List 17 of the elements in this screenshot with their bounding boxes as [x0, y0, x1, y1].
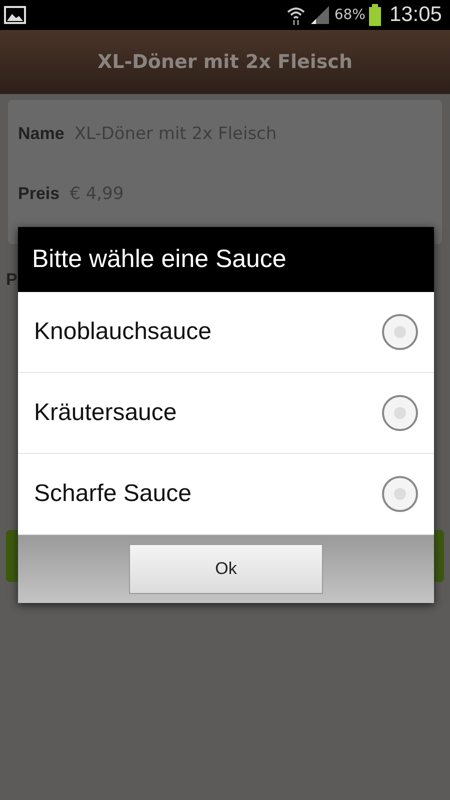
ok-button[interactable]: Ok	[129, 544, 323, 594]
option-item[interactable]: Kräutersauce	[18, 373, 434, 454]
field-label: Preis	[18, 184, 60, 204]
battery-icon	[369, 4, 382, 26]
signal-icon	[310, 5, 330, 25]
radio-button[interactable]	[382, 395, 418, 431]
field-label: P	[6, 270, 18, 290]
radio-button[interactable]	[382, 314, 418, 350]
clock: 13:05	[389, 3, 442, 27]
image-icon	[4, 6, 26, 24]
option-item[interactable]: Knoblauchsauce	[18, 292, 434, 373]
wifi-icon	[286, 5, 306, 25]
battery-percent: 68%	[334, 7, 366, 23]
screen-title: XL-Döner mit 2x Fleisch	[98, 51, 352, 73]
dialog-title: Bitte wähle eine Sauce	[18, 227, 434, 292]
radio-button[interactable]	[382, 476, 418, 512]
field-label: Name	[18, 124, 64, 144]
